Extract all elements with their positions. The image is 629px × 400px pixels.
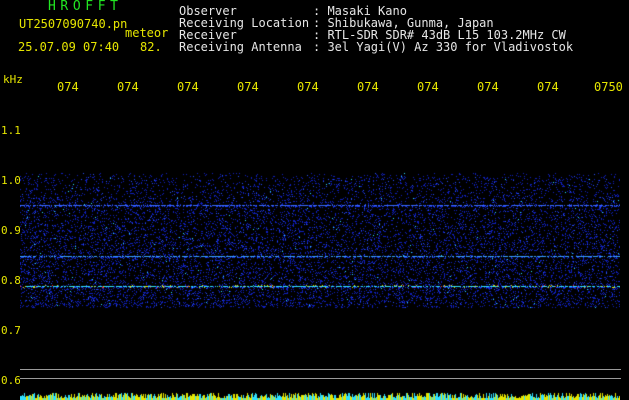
time-tick-label: 074 [117,80,139,94]
info-value-antenna: : 3el Yagi(V) Az 330 for Vladivostok [313,40,574,54]
image-filename: UT2507090740.pn [19,17,128,31]
time-tick-label: 074 [237,80,259,94]
time-tick-label: 074 [417,80,439,94]
time-tick-label: 0750 [594,80,623,94]
meteor-count: 82. [140,40,162,54]
time-tick-label: 074 [357,80,379,94]
time-tick-label: 074 [297,80,319,94]
time-tick-label: 074 [177,80,199,94]
reference-line [20,378,621,379]
time-tick-label: 074 [537,80,559,94]
time-tick-label: 074 [57,80,79,94]
app-title: HROFFT [48,0,123,14]
meteor-label: meteor [125,26,169,40]
time-tick-label: 074 [477,80,499,94]
info-label-antenna: Receiving Antenna [179,40,302,54]
capture-datetime: 25.07.09 07:40 [18,40,120,54]
freq-tick-label: 0.7 [1,324,21,337]
freq-unit-label: kHz [3,73,23,86]
freq-tick-label: 0.9 [1,224,21,237]
spectrogram-canvas [20,98,620,400]
freq-tick-label: 1.1 [1,124,21,137]
freq-tick-label: 0.8 [1,274,21,287]
reference-line [20,369,621,370]
freq-tick-label: 1.0 [1,174,21,187]
freq-tick-label: 0.6 [1,374,21,387]
